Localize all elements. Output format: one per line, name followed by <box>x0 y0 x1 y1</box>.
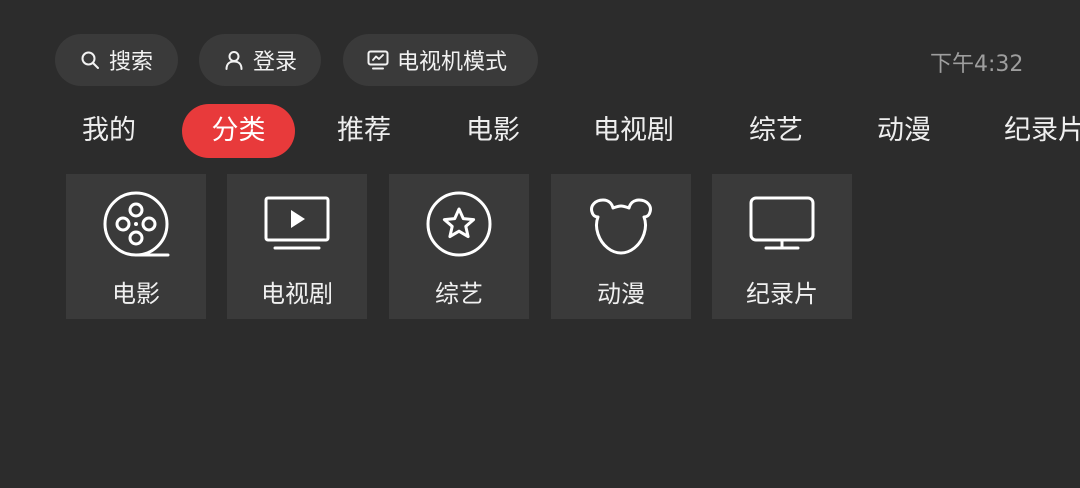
category-tile-tv-series[interactable]: 电视剧 <box>227 174 367 319</box>
bear-icon <box>587 190 655 258</box>
tab-anime[interactable]: 动漫 <box>877 104 931 158</box>
category-label: 电影 <box>112 280 160 308</box>
tab-variety[interactable]: 综艺 <box>749 104 803 158</box>
tab-mine[interactable]: 我的 <box>82 104 136 158</box>
category-label: 动漫 <box>597 280 645 308</box>
category-tile-documentary[interactable]: 纪录片 <box>712 174 852 319</box>
tv-play-icon <box>263 190 331 258</box>
category-label: 纪录片 <box>746 280 818 308</box>
category-label: 综艺 <box>435 280 483 308</box>
category-label: 电视剧 <box>261 280 333 308</box>
star-circle-icon <box>425 190 493 258</box>
tab-documentary[interactable]: 纪录片 <box>1004 104 1080 158</box>
user-icon <box>223 49 245 71</box>
tv-mode-icon <box>367 49 389 71</box>
tab-recommended[interactable]: 推荐 <box>337 104 391 158</box>
tv-mode-label: 电视机模式 <box>397 50 508 75</box>
tv-mode-button[interactable]: 电视机模式 <box>343 34 538 86</box>
clock: 下午4:32 <box>930 52 1024 77</box>
category-tile-variety[interactable]: 综艺 <box>389 174 529 319</box>
search-label: 搜索 <box>109 50 154 75</box>
tab-movies[interactable]: 电影 <box>466 104 520 158</box>
category-tile-anime[interactable]: 动漫 <box>551 174 691 319</box>
monitor-icon <box>748 190 816 258</box>
category-tile-movies[interactable]: 电影 <box>66 174 206 319</box>
tab-categories[interactable]: 分类 <box>182 104 295 158</box>
film-reel-icon <box>102 190 170 258</box>
search-icon <box>79 49 101 71</box>
app-screen: 搜索 登录 电视机模式 下午4:32 我的 分类 推荐 电影 电视剧 综艺 动漫… <box>0 0 1080 488</box>
search-button[interactable]: 搜索 <box>55 34 178 86</box>
tab-tv-series[interactable]: 电视剧 <box>593 104 674 158</box>
login-label: 登录 <box>253 50 298 75</box>
login-button[interactable]: 登录 <box>199 34 321 86</box>
